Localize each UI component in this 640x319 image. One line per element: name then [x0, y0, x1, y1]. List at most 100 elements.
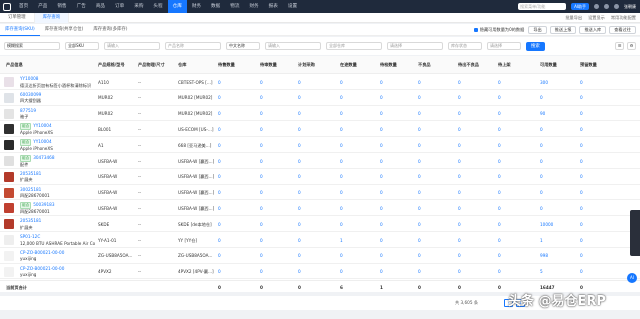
product-sku[interactable]: YY10008 [20, 76, 38, 81]
column-header[interactable]: 待检数量 [380, 56, 397, 74]
quantity-cell[interactable]: 0 [260, 159, 263, 164]
product-sku[interactable]: 30025181 [20, 187, 41, 192]
inventory-subtab[interactable]: 库存查询(SKU) [0, 24, 40, 36]
quantity-cell[interactable]: 0 [260, 95, 263, 100]
quantity-cell[interactable]: 0 [580, 238, 583, 243]
quantity-cell[interactable]: 0 [380, 80, 383, 85]
quantity-cell[interactable]: 0 [498, 190, 501, 195]
quantity-cell[interactable]: 0 [298, 143, 301, 148]
quantity-cell[interactable]: 0 [260, 269, 263, 274]
table-row[interactable]: 20535181 扩展夹 USFBA-W -- USFBA-W [赢西...] 0 0 0 0 0… [0, 169, 640, 185]
sku-link[interactable]: 60030099 [20, 92, 41, 97]
quantity-cell[interactable]: 0 [580, 143, 583, 148]
quantity-cell[interactable]: 0 [380, 253, 383, 258]
table-row[interactable]: YY10008 德汉达折页加有标签小酒杯和清除标识 A110 -- CBTEST-OPS… [0, 74, 640, 90]
quantity-cell[interactable]: 0 [498, 253, 501, 258]
quantity-cell[interactable]: 0 [260, 222, 263, 227]
quantity-cell[interactable]: 0 [218, 238, 221, 243]
column-settings-icon[interactable]: ⚙ [627, 42, 636, 50]
quantity-cell[interactable]: 0 [380, 222, 383, 227]
product-sku[interactable]: 877519 [20, 108, 36, 113]
quantity-cell[interactable]: 0 [298, 127, 301, 132]
quantity-cell[interactable]: 0 [260, 143, 263, 148]
nav-item[interactable]: 物流 [225, 0, 244, 13]
sku-link[interactable]: YY10004 [33, 139, 51, 144]
quantity-cell[interactable]: 998 [540, 253, 548, 258]
quantity-cell[interactable]: 0 [418, 80, 421, 85]
quantity-cell[interactable]: 90 [540, 111, 545, 116]
filter-field[interactable]: 中文名称 [226, 42, 260, 50]
table-row[interactable]: 20535181 扩展夹 SKDE -- SKDE [de本地仓] 0 0 0 0 0 0 0 0 100… [0, 216, 640, 232]
tabbar-action[interactable]: 设置显示 [588, 15, 605, 21]
quantity-cell[interactable]: 1 [540, 238, 543, 243]
table-row[interactable]: 877519 袖子 MUR02 -- MUR02 [MUR02] 0 0 0 0 0 0 0 0 90 0 [0, 106, 640, 122]
user-name[interactable]: 张朝康 [624, 4, 636, 10]
quantity-cell[interactable]: 0 [218, 222, 221, 227]
hide-zero-checkbox[interactable]: 隐藏可用数量为0的数据 [473, 27, 524, 33]
sku-link[interactable]: CP-ZO-B00021-00-00 [20, 250, 64, 255]
table-row[interactable]: 60030099 四大搜刮器 MUR02 -- MUR02 [MUR02] 0 0 0 0 0 0 0… [0, 90, 640, 106]
column-header[interactable]: 产品物理/尺寸 [138, 56, 165, 74]
sku-link[interactable]: YY10008 [20, 76, 38, 81]
quantity-cell[interactable]: 0 [498, 269, 501, 274]
quantity-cell[interactable]: 0 [498, 222, 501, 227]
product-sku[interactable]: 20535181 [20, 218, 41, 223]
quantity-cell[interactable]: 0 [340, 127, 343, 132]
quantity-cell[interactable]: 0 [458, 238, 461, 243]
quantity-cell[interactable]: 0 [580, 269, 583, 274]
quantity-cell[interactable]: 0 [260, 111, 263, 116]
quantity-cell[interactable]: 0 [260, 206, 263, 211]
nav-item[interactable]: 订单 [110, 0, 129, 13]
quantity-cell[interactable]: 0 [298, 159, 301, 164]
nav-item[interactable]: 财务 [244, 0, 263, 13]
nav-item[interactable]: 产品 [33, 0, 52, 13]
quantity-cell[interactable]: 0 [540, 206, 543, 211]
quantity-cell[interactable]: 0 [380, 95, 383, 100]
quantity-cell[interactable]: 0 [298, 222, 301, 227]
table-row[interactable]: CP-ZO-B00021-00-00 yuxijing ZG-USB8A5OA...… [0, 248, 640, 264]
quantity-cell[interactable]: 0 [218, 269, 221, 274]
quantity-cell[interactable]: 0 [458, 80, 461, 85]
column-header[interactable]: 计划采购 [298, 56, 315, 74]
inventory-subtab[interactable]: 库存查询(多库存) [88, 24, 132, 36]
quantity-cell[interactable]: 0 [340, 206, 343, 211]
quantity-cell[interactable]: 0 [380, 127, 383, 132]
column-header[interactable]: 可用数量 [540, 56, 557, 74]
quantity-cell[interactable]: 0 [218, 95, 221, 100]
nav-item[interactable]: 设置 [283, 0, 302, 13]
filter-field[interactable]: 请输入 [104, 42, 160, 50]
column-header[interactable]: 仓库 [178, 56, 186, 74]
quantity-cell[interactable]: 0 [260, 174, 263, 179]
quantity-cell[interactable]: 0 [418, 95, 421, 100]
quantity-cell[interactable]: 10000 [540, 222, 553, 227]
quantity-cell[interactable]: 0 [260, 80, 263, 85]
quantity-cell[interactable]: 0 [218, 253, 221, 258]
filter-field[interactable]: 请输入 [265, 42, 321, 50]
quantity-cell[interactable]: 0 [580, 174, 583, 179]
quantity-cell[interactable]: 0 [418, 238, 421, 243]
quantity-cell[interactable]: 0 [340, 159, 343, 164]
quantity-cell[interactable]: 0 [458, 190, 461, 195]
quantity-cell[interactable]: 0 [340, 95, 343, 100]
quantity-cell[interactable]: 0 [260, 127, 263, 132]
quantity-cell[interactable]: 0 [298, 190, 301, 195]
quantity-cell[interactable]: 0 [218, 190, 221, 195]
nav-item[interactable]: 头程 [148, 0, 167, 13]
table-row[interactable]: 30025181 四配28670001 USFBA-W -- USFBA-W [赢西..… [0, 185, 640, 201]
nav-item[interactable]: 数据 [206, 0, 225, 13]
quantity-cell[interactable]: 0 [458, 159, 461, 164]
filter-field[interactable]: 产品名称 [165, 42, 221, 50]
menu-search-input[interactable]: 搜索菜单/功能 [518, 3, 567, 10]
column-header[interactable]: 待上架 [498, 56, 511, 74]
quantity-cell[interactable]: 5 [540, 269, 543, 274]
bell-icon[interactable] [594, 4, 599, 9]
quantity-cell[interactable]: 0 [418, 269, 421, 274]
tabbar-action[interactable]: 批量导出 [565, 15, 582, 21]
sku-link[interactable]: 877519 [20, 108, 36, 113]
quantity-cell[interactable]: 0 [540, 159, 543, 164]
toolbar-button[interactable]: 推送入库 [579, 26, 607, 34]
page-tab[interactable]: 订单管理 [0, 12, 35, 23]
sku-link[interactable]: 20535181 [20, 171, 41, 176]
quantity-cell[interactable]: 0 [458, 222, 461, 227]
quantity-cell[interactable]: 0 [458, 111, 461, 116]
